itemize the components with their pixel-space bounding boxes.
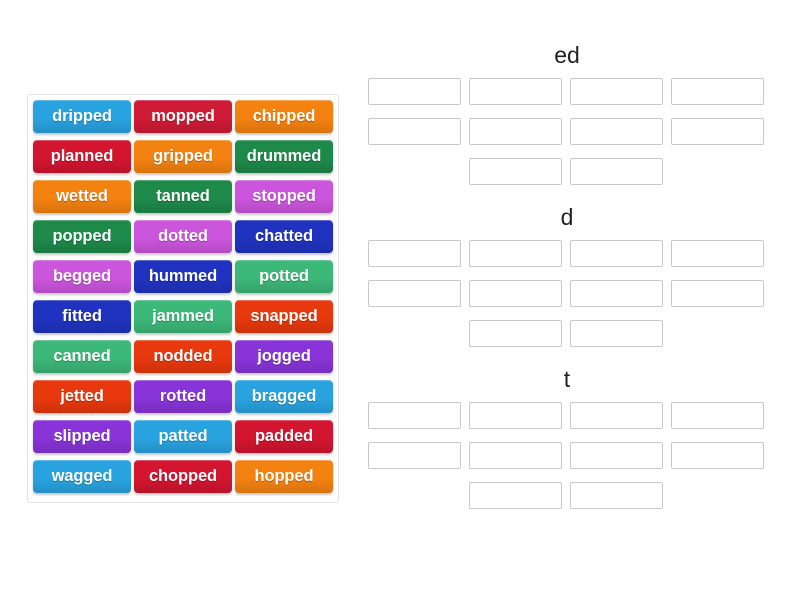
word-tile[interactable]: stopped <box>235 180 333 213</box>
drop-slot[interactable] <box>570 482 663 509</box>
drop-slot[interactable] <box>671 402 764 429</box>
drop-slot[interactable] <box>469 280 562 307</box>
drop-slot[interactable] <box>671 78 764 105</box>
drop-slot[interactable] <box>570 78 663 105</box>
drop-slot[interactable] <box>368 118 461 145</box>
drop-slot[interactable] <box>570 240 663 267</box>
drop-slot[interactable] <box>570 280 663 307</box>
word-tile[interactable]: jammed <box>134 300 232 333</box>
word-tile[interactable]: slipped <box>33 420 131 453</box>
drop-slot-grid <box>368 240 772 347</box>
drop-slot[interactable] <box>570 442 663 469</box>
word-tile-grid: dripped mopped chipped planned gripped drumme… <box>33 100 333 493</box>
word-tile[interactable]: patted <box>134 420 232 453</box>
word-tile[interactable]: bragged <box>235 380 333 413</box>
drop-slot[interactable] <box>368 78 461 105</box>
drop-slot[interactable] <box>570 402 663 429</box>
word-tile[interactable]: hopped <box>235 460 333 493</box>
word-tile[interactable]: planned <box>33 140 131 173</box>
drop-slot[interactable] <box>469 158 562 185</box>
word-tile[interactable]: popped <box>33 220 131 253</box>
word-tile[interactable]: mopped <box>134 100 232 133</box>
group-title: d <box>560 204 574 230</box>
drop-slot-grid <box>368 402 772 509</box>
word-tile[interactable]: fitted <box>33 300 131 333</box>
sorting-group: d <box>360 202 780 347</box>
drop-slot[interactable] <box>469 320 562 347</box>
word-tile[interactable]: dripped <box>33 100 131 133</box>
word-tile[interactable]: chatted <box>235 220 333 253</box>
group-title: ed <box>554 42 580 68</box>
word-tile[interactable]: rotted <box>134 380 232 413</box>
word-tile[interactable]: drummed <box>235 140 333 173</box>
drop-slot[interactable] <box>368 442 461 469</box>
word-tile[interactable]: tanned <box>134 180 232 213</box>
drop-slot[interactable] <box>570 118 663 145</box>
drop-slot[interactable] <box>368 402 461 429</box>
drop-slot[interactable] <box>469 118 562 145</box>
word-tile[interactable]: potted <box>235 260 333 293</box>
word-tile[interactable]: wagged <box>33 460 131 493</box>
drop-slot[interactable] <box>368 240 461 267</box>
drop-slot[interactable] <box>570 320 663 347</box>
drop-slot[interactable] <box>671 118 764 145</box>
word-tile[interactable]: hummed <box>134 260 232 293</box>
drop-slot[interactable] <box>570 158 663 185</box>
sorting-group: ed <box>360 40 780 185</box>
drop-slot-grid <box>368 78 772 185</box>
drop-slot[interactable] <box>469 240 562 267</box>
sorting-group: t <box>360 364 780 509</box>
drop-slot[interactable] <box>469 402 562 429</box>
word-tile[interactable]: wetted <box>33 180 131 213</box>
word-tile[interactable]: jogged <box>235 340 333 373</box>
group-title: t <box>563 366 571 392</box>
sorting-groups-area: ed d t <box>360 40 780 565</box>
word-tile[interactable]: chopped <box>134 460 232 493</box>
drop-slot[interactable] <box>368 280 461 307</box>
drop-slot[interactable] <box>469 482 562 509</box>
word-tile[interactable]: snapped <box>235 300 333 333</box>
drop-slot[interactable] <box>671 442 764 469</box>
word-tile[interactable]: begged <box>33 260 131 293</box>
word-tile[interactable]: chipped <box>235 100 333 133</box>
word-tile[interactable]: jetted <box>33 380 131 413</box>
word-tile[interactable]: nodded <box>134 340 232 373</box>
word-tile-bank: dripped mopped chipped planned gripped drumme… <box>27 94 339 503</box>
drop-slot[interactable] <box>671 280 764 307</box>
word-tile[interactable]: dotted <box>134 220 232 253</box>
word-tile[interactable]: padded <box>235 420 333 453</box>
drop-slot[interactable] <box>469 442 562 469</box>
drop-slot[interactable] <box>671 240 764 267</box>
word-tile[interactable]: canned <box>33 340 131 373</box>
word-tile[interactable]: gripped <box>134 140 232 173</box>
drop-slot[interactable] <box>469 78 562 105</box>
